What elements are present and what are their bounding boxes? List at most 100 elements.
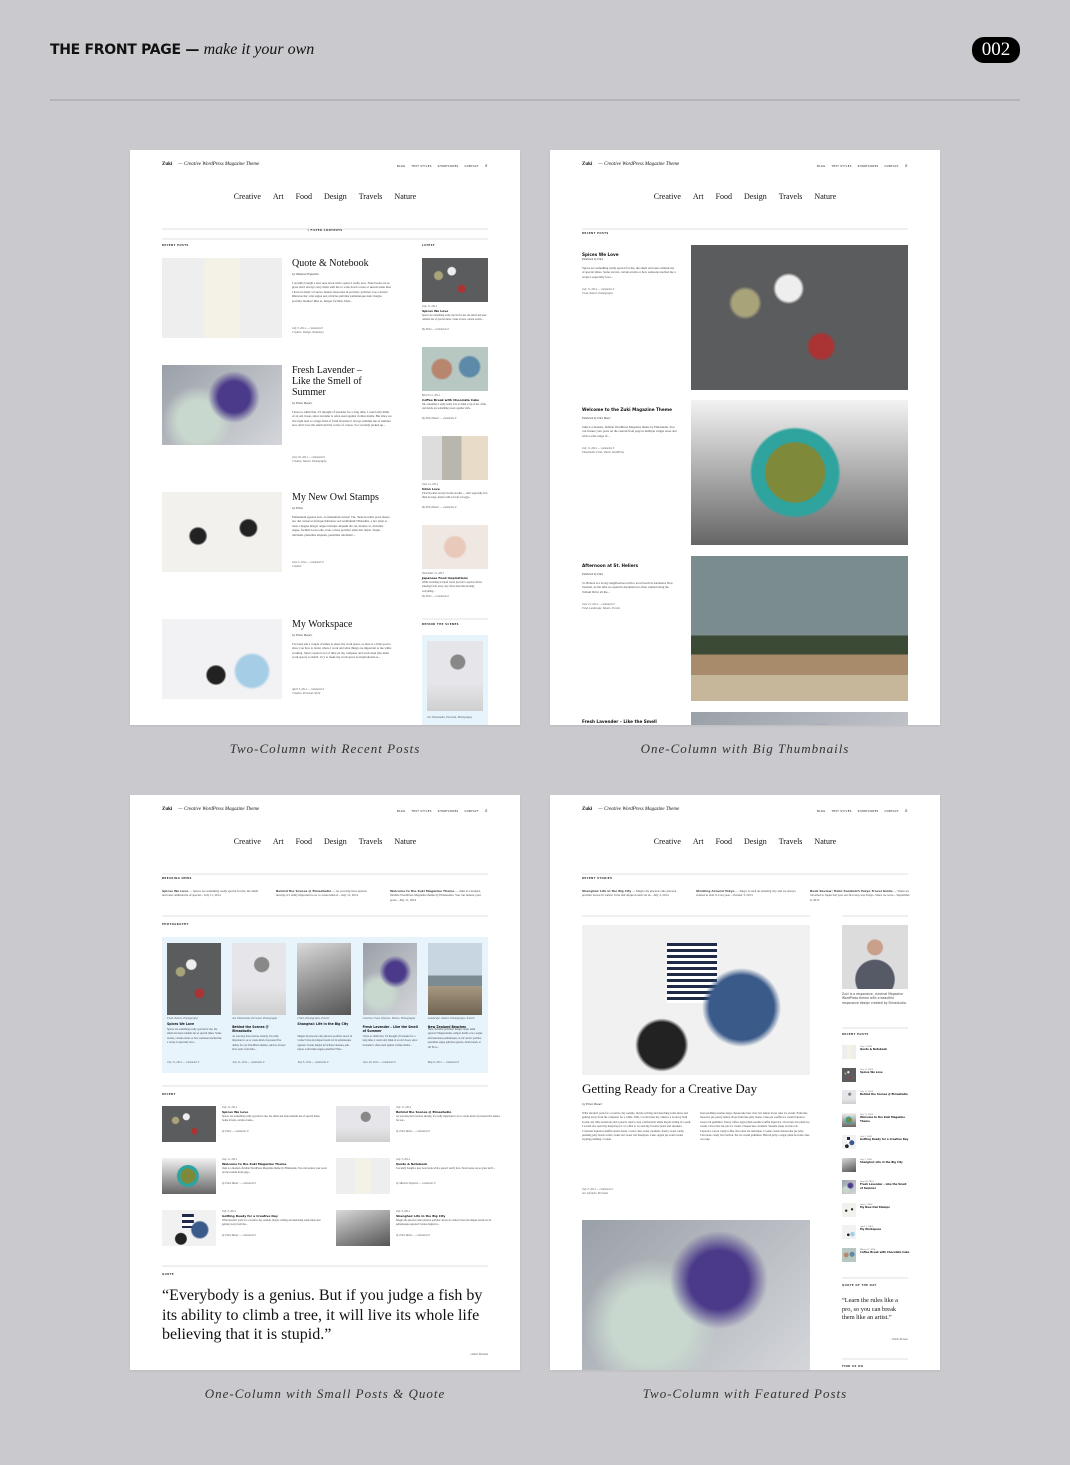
site-brand[interactable]: Zuki — Creative WordPress Magazine Theme bbox=[162, 807, 259, 812]
post-title[interactable]: Afternoon at St. Heliers bbox=[582, 563, 677, 568]
nav-item-creative[interactable]: Creative bbox=[654, 837, 681, 846]
breaking-news-item[interactable]: Welcome to the Zuki Magazine Theme — Zuk… bbox=[390, 889, 490, 902]
nav-item-design[interactable]: Design bbox=[744, 192, 767, 201]
post-thumbnail[interactable] bbox=[162, 492, 282, 572]
filter-contents-toggle[interactable]: ▾ FILTER CONTENTS bbox=[130, 229, 520, 232]
photo-thumbnail[interactable] bbox=[362, 943, 417, 1015]
menu-item-blog[interactable]: BLOG bbox=[817, 810, 825, 813]
recent-thumbnail[interactable] bbox=[336, 1106, 390, 1142]
recent-post-thumbnail[interactable] bbox=[842, 1157, 856, 1172]
post-thumbnail[interactable] bbox=[162, 258, 282, 338]
post-title[interactable]: My Workspace bbox=[292, 619, 382, 630]
recent-post-title[interactable]: Spices We Love bbox=[860, 1071, 910, 1075]
post-title[interactable]: Welcome to the Zuki Magazine Theme bbox=[582, 407, 677, 412]
nav-item-travels[interactable]: Travels bbox=[359, 837, 383, 846]
breaking-news-item[interactable]: Spices We Love — Spices are something re… bbox=[162, 889, 262, 898]
menu-item-shortcodes[interactable]: SHORTCODES bbox=[438, 165, 459, 168]
sidebar-thumbnail[interactable] bbox=[422, 347, 488, 391]
menu-item-contact[interactable]: CONTACT bbox=[464, 165, 478, 168]
breaking-news-item[interactable]: Behind the Scenes @ Elmastudio — As you … bbox=[276, 889, 376, 898]
recent-post-title[interactable]: My Workspace bbox=[860, 1228, 910, 1232]
search-icon[interactable]: ⌕ bbox=[485, 808, 488, 814]
photo-thumbnail[interactable] bbox=[297, 943, 352, 1015]
recent-story-item[interactable]: Shanghai: Life in the Big City — Magna d… bbox=[582, 889, 682, 898]
search-icon[interactable]: ⌕ bbox=[905, 163, 908, 169]
featured-image[interactable] bbox=[582, 925, 810, 1075]
post-thumbnail[interactable] bbox=[162, 619, 282, 699]
breaking-news-title[interactable]: Welcome to the Zuki Magazine Theme bbox=[390, 889, 454, 893]
recent-title[interactable]: Quote & Notebook bbox=[396, 1162, 506, 1166]
sidebar-post-title[interactable]: Coffee Break with Chocolate Cake bbox=[422, 398, 492, 402]
recent-post-title[interactable]: Behind the Scenes @ Elmastudio bbox=[860, 1093, 910, 1097]
site-logo[interactable]: Zuki bbox=[162, 162, 172, 167]
sidebar-thumbnail[interactable] bbox=[422, 436, 488, 480]
sidebar-thumbnail[interactable] bbox=[422, 258, 488, 302]
nav-item-nature[interactable]: Nature bbox=[394, 837, 416, 846]
recent-title[interactable]: Getting Ready for a Creative Day bbox=[222, 1214, 332, 1218]
site-brand[interactable]: Zuki — Creative WordPress Magazine Theme bbox=[582, 162, 679, 167]
site-brand[interactable]: Zuki — Creative WordPress Magazine Theme bbox=[582, 807, 679, 812]
breaking-news-title[interactable]: Spices We Love bbox=[162, 889, 188, 893]
recent-post-thumbnail[interactable] bbox=[842, 1045, 856, 1059]
photo-title[interactable]: Shanghai: Life in the Big City bbox=[297, 1022, 353, 1026]
nav-item-creative[interactable]: Creative bbox=[654, 192, 681, 201]
nav-item-art[interactable]: Art bbox=[273, 837, 284, 846]
nav-item-nature[interactable]: Nature bbox=[394, 192, 416, 201]
menu-item-text-styles[interactable]: TEXT STYLES bbox=[411, 165, 431, 168]
photo-thumbnail[interactable] bbox=[427, 943, 482, 1015]
site-logo[interactable]: Zuki bbox=[162, 807, 172, 812]
nav-item-nature[interactable]: Nature bbox=[814, 837, 836, 846]
menu-item-contact[interactable]: CONTACT bbox=[464, 810, 478, 813]
recent-post-title[interactable]: Fresh Lavender – Like the Smell of Summe… bbox=[860, 1183, 910, 1192]
nav-item-creative[interactable]: Creative bbox=[234, 192, 261, 201]
nav-item-creative[interactable]: Creative bbox=[234, 837, 261, 846]
recent-title[interactable]: Welcome to the Zuki Magazine Theme bbox=[222, 1162, 332, 1166]
post-thumbnail[interactable] bbox=[691, 245, 908, 390]
recent-story-title[interactable]: Shanghai: Life in the Big City bbox=[582, 889, 631, 893]
recent-post-title[interactable]: Quote & Notebook bbox=[860, 1048, 910, 1052]
profile-photo[interactable] bbox=[842, 925, 908, 989]
recent-title[interactable]: Shanghai: Life in the Big City bbox=[396, 1214, 506, 1218]
menu-item-shortcodes[interactable]: SHORTCODES bbox=[858, 165, 879, 168]
site-brand[interactable]: Zuki — Creative WordPress Magazine Theme bbox=[162, 162, 259, 167]
post-thumbnail[interactable] bbox=[691, 400, 908, 545]
recent-post-title[interactable]: Getting Ready for a Creative Day bbox=[860, 1138, 910, 1142]
sidebar-thumbnail[interactable] bbox=[422, 525, 488, 569]
recent-post-title[interactable]: Shanghai: Life in the Big City bbox=[860, 1161, 910, 1165]
photo-title[interactable]: Spices We Love bbox=[167, 1022, 223, 1026]
recent-post-title[interactable]: Coffee Break with Chocolate Cake bbox=[860, 1251, 910, 1255]
nav-item-art[interactable]: Art bbox=[273, 192, 284, 201]
menu-item-blog[interactable]: BLOG bbox=[397, 810, 405, 813]
recent-story-title[interactable]: Book Review: Hello Sandwich Tokyo Travel… bbox=[810, 889, 893, 893]
menu-item-shortcodes[interactable]: SHORTCODES bbox=[858, 810, 879, 813]
sidebar-post-title[interactable]: Udon Love bbox=[422, 487, 492, 491]
recent-post-thumbnail[interactable] bbox=[842, 1202, 856, 1217]
nav-item-art[interactable]: Art bbox=[693, 837, 704, 846]
menu-item-text-styles[interactable]: TEXT STYLES bbox=[831, 165, 851, 168]
recent-post-thumbnail[interactable] bbox=[842, 1225, 856, 1239]
recent-post-thumbnail[interactable] bbox=[842, 1180, 856, 1194]
nav-item-nature[interactable]: Nature bbox=[814, 192, 836, 201]
menu-item-text-styles[interactable]: TEXT STYLES bbox=[831, 810, 851, 813]
post-title[interactable]: My New Owl Stamps bbox=[292, 492, 382, 503]
nav-item-food[interactable]: Food bbox=[296, 192, 312, 201]
menu-item-shortcodes[interactable]: SHORTCODES bbox=[438, 810, 459, 813]
recent-post-thumbnail[interactable] bbox=[842, 1135, 856, 1149]
menu-item-text-styles[interactable]: TEXT STYLES bbox=[411, 810, 431, 813]
photo-title[interactable]: Behind the Scenes @ Elmastudio bbox=[232, 1025, 288, 1034]
featured-title[interactable]: Getting Ready for a Creative Day bbox=[582, 1082, 822, 1095]
recent-post-title[interactable]: Welcome to the Zuki Magazine Theme bbox=[860, 1116, 910, 1125]
post-thumbnail[interactable] bbox=[162, 365, 282, 445]
behind-image[interactable] bbox=[427, 641, 483, 711]
post-title[interactable]: Fresh Lavender – Like the Smell bbox=[582, 719, 677, 724]
menu-item-contact[interactable]: CONTACT bbox=[884, 165, 898, 168]
post-thumbnail[interactable] bbox=[691, 712, 908, 725]
sidebar-post-title[interactable]: Japanese Food Inspirations bbox=[422, 576, 492, 580]
recent-thumbnail[interactable] bbox=[162, 1106, 216, 1142]
recent-title[interactable]: Spices We Love bbox=[222, 1110, 332, 1114]
site-logo[interactable]: Zuki bbox=[582, 807, 592, 812]
site-logo[interactable]: Zuki bbox=[582, 162, 592, 167]
menu-item-blog[interactable]: BLOG bbox=[397, 165, 405, 168]
menu-item-contact[interactable]: CONTACT bbox=[884, 810, 898, 813]
recent-post-thumbnail[interactable] bbox=[842, 1112, 856, 1127]
